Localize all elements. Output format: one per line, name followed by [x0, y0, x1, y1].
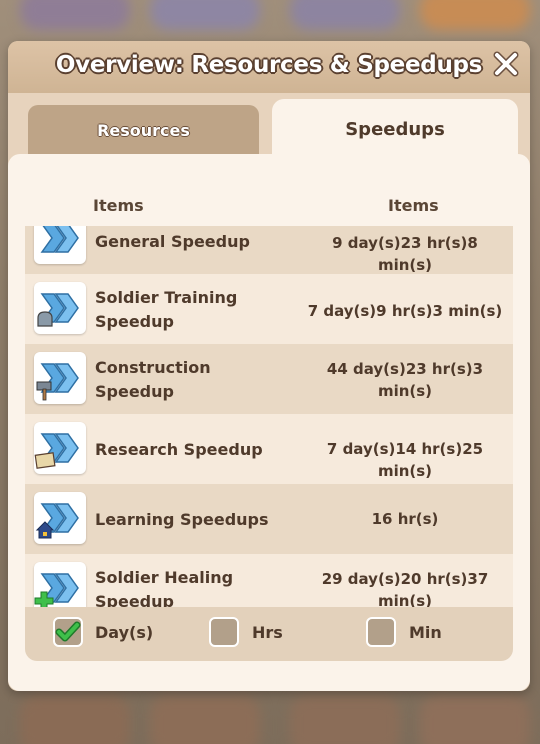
healing-speedup-icon	[34, 562, 86, 607]
learning-speedup-icon	[34, 492, 86, 544]
item-time: 9 day(s)23 hr(s)8 min(s)	[332, 234, 478, 274]
close-button[interactable]	[492, 50, 520, 78]
research-speedup-icon	[34, 422, 86, 474]
checkbox-min-label: Min	[409, 623, 442, 642]
item-time: 7 day(s)9 hr(s)3 min(s)	[307, 302, 503, 320]
item-time-line2: min(s)	[377, 592, 433, 607]
overview-dialog: Overview: Resources & Speedups Resources…	[8, 41, 530, 691]
training-speedup-icon	[34, 282, 86, 334]
checkbox-days[interactable]	[53, 617, 83, 647]
checkbox-days-label: Day(s)	[95, 623, 154, 642]
dialog-title: Overview: Resources & Speedups	[55, 52, 483, 78]
speedup-list[interactable]: General Speedup 9 day(s)23 hr(s)8 min(s)…	[25, 226, 513, 607]
construction-speedup-icon	[34, 352, 86, 404]
speedups-panel: Items Items General Speedup 9 day(s)23 h…	[8, 154, 530, 691]
item-name-line2: Speedup	[95, 592, 174, 607]
general-speedup-icon	[34, 226, 86, 264]
item-name-line1: Soldier Healing	[95, 568, 234, 587]
list-item: Research Speedup 7 day(s)14 hr(s)25 min(…	[25, 414, 513, 484]
item-name: General Speedup	[95, 232, 250, 251]
item-name-line2: Speedup	[95, 312, 174, 331]
column-header-amount: Items	[388, 196, 439, 215]
list-item: Construction Speedup 44 day(s)23 hr(s)3 …	[25, 344, 513, 414]
dialog-titlebar: Overview: Resources & Speedups	[8, 41, 530, 93]
list-item: Soldier Training Speedup 7 day(s)9 hr(s)…	[25, 274, 513, 344]
item-name-line1: Construction	[95, 358, 211, 377]
item-time: 16 hr(s)	[371, 510, 439, 528]
checkbox-min[interactable]	[366, 617, 396, 647]
item-time-line1: 29 day(s)20 hr(s)37	[321, 570, 489, 588]
item-time: 7 day(s)14 hr(s)25 min(s)	[326, 440, 484, 480]
item-name-line1: Soldier Training	[95, 288, 238, 307]
checkmark-icon	[55, 621, 81, 642]
list-item: Soldier Healing Speedup 29 day(s)20 hr(s…	[25, 554, 513, 607]
close-icon	[493, 51, 519, 77]
checkbox-hrs[interactable]	[209, 617, 239, 647]
item-name: Learning Speedups	[95, 510, 269, 529]
column-header-items: Items	[93, 196, 144, 215]
unit-selector: Day(s) Hrs Min	[25, 607, 513, 661]
item-name: Research Speedup	[95, 440, 263, 459]
item-time-line1: 44 day(s)23 hr(s)3	[326, 360, 484, 378]
checkbox-hrs-label: Hrs	[252, 623, 283, 642]
list-item: Learning Speedups 16 hr(s)	[25, 484, 513, 554]
item-time-line2: min(s)	[377, 382, 433, 400]
tab-resources-label: Resources	[97, 121, 190, 140]
list-item: General Speedup 9 day(s)23 hr(s)8 min(s)	[25, 226, 513, 274]
tab-resources[interactable]: Resources	[28, 105, 259, 157]
tab-speedups-label: Speedups	[345, 119, 445, 140]
item-name-line2: Speedup	[95, 382, 174, 401]
